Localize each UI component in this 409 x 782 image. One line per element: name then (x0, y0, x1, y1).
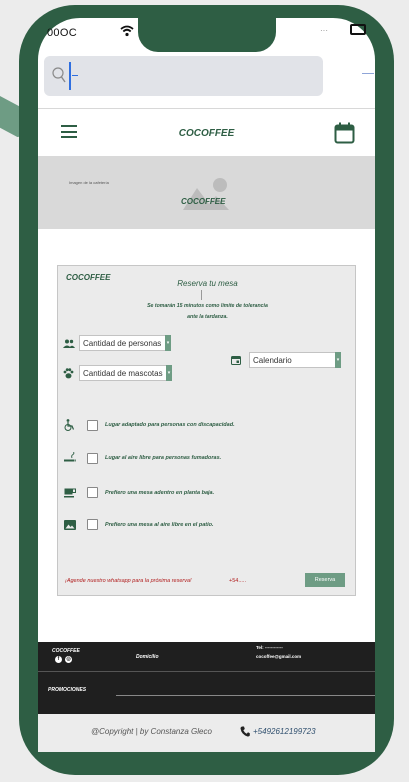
option-label-patio: Prefiero una mesa al aire libre en el pa… (105, 522, 214, 528)
calendar-select[interactable]: Calendario ▾ (249, 352, 341, 368)
side-indicator (362, 73, 374, 74)
accessible-icon (64, 419, 75, 431)
calendar-select-value: Calendario (253, 356, 292, 365)
reservation-form: COCOFFEE Reserva tu mesa Se tomarán 15 m… (57, 265, 356, 596)
phone-notch (138, 18, 276, 52)
facebook-icon[interactable]: f (55, 656, 62, 663)
form-separator (201, 290, 202, 300)
tolerance-note-cont: ante la tardanza. (187, 314, 228, 320)
reserve-button[interactable]: Reserva (305, 573, 345, 587)
copyright-bar: @Copyright | by Constanza Gleco +5492612… (38, 714, 375, 752)
calendar-icon[interactable] (334, 122, 355, 144)
app-stage: 00OC ··· COCOFFEE Imagen de la cafetería (0, 0, 409, 782)
site-footer: COCOFFEE f ◎ Domicilio Tel: ------------… (38, 642, 375, 714)
copyright-text: @Copyright | by Constanza Gleco (91, 727, 212, 736)
instagram-icon[interactable]: ◎ (65, 656, 72, 663)
form-title: Reserva tu mesa (177, 279, 238, 288)
coffee-icon (64, 488, 76, 498)
text-cursor (69, 62, 71, 90)
event-icon (231, 356, 241, 365)
navbar-brand[interactable]: COCOFFEE (38, 128, 375, 139)
people-select[interactable]: Cantidad de personas ▾ (79, 335, 171, 351)
search-input[interactable] (44, 56, 323, 96)
whatsapp-number: +54..... (229, 578, 246, 584)
top-navbar: COCOFFEE (38, 108, 375, 156)
status-extra: ··· (320, 26, 328, 35)
option-label-smoking: Lugar al aire libre para personas fumado… (105, 455, 222, 461)
phone-icon (240, 726, 250, 737)
tolerance-note: Se tomarán 15 minutos como límite de tol… (147, 303, 268, 309)
footer-tel: Tel: ------------ (256, 645, 283, 650)
pets-select[interactable]: Cantidad de mascotas ▾ (79, 365, 172, 381)
text-cursor-dash (72, 75, 78, 76)
contact-phone-number: +5492612199723 (253, 727, 316, 736)
wifi-icon (120, 25, 134, 37)
option-label-accessible: Lugar adaptado para personas con discapa… (105, 422, 235, 428)
social-links: f ◎ (55, 656, 72, 663)
promotions-line (116, 695, 375, 696)
option-checkbox-smoking[interactable] (87, 453, 98, 464)
people-select-value: Cantidad de personas (83, 339, 162, 348)
footer-email[interactable]: cocoffee@gmail.com (256, 654, 301, 659)
option-label-indoor: Prefiero una mesa adentro en planta baja… (105, 490, 215, 496)
footer-promotions[interactable]: PROMOCIONES (48, 687, 86, 693)
people-icon (63, 339, 75, 348)
cover-image: Imagen de la cafetería COCOFFEE (38, 156, 375, 229)
landscape-icon (64, 520, 76, 530)
battery-icon (350, 24, 366, 35)
footer-brand: COCOFFEE (52, 648, 80, 654)
footer-divider (38, 671, 375, 672)
option-checkbox-indoor[interactable] (87, 487, 98, 498)
cover-brand: COCOFFEE (181, 197, 226, 206)
option-checkbox-accessible[interactable] (87, 420, 98, 431)
option-checkbox-patio[interactable] (87, 519, 98, 530)
whatsapp-note: ¡Agende nuestro whatsapp para la próxima… (65, 578, 192, 584)
search-icon (52, 67, 66, 83)
footer-address: Domicilio (136, 654, 159, 660)
chevron-down-icon: ▾ (165, 335, 171, 351)
paw-icon (63, 368, 74, 379)
contact-phone[interactable]: +5492612199723 (240, 726, 316, 737)
cover-caption: Imagen de la cafetería (69, 180, 109, 185)
chevron-down-icon: ▾ (335, 352, 341, 368)
chevron-down-icon: ▾ (166, 365, 172, 381)
smoking-icon (64, 452, 76, 462)
pets-select-value: Cantidad de mascotas (83, 369, 163, 378)
status-time: 00OC (47, 27, 77, 39)
